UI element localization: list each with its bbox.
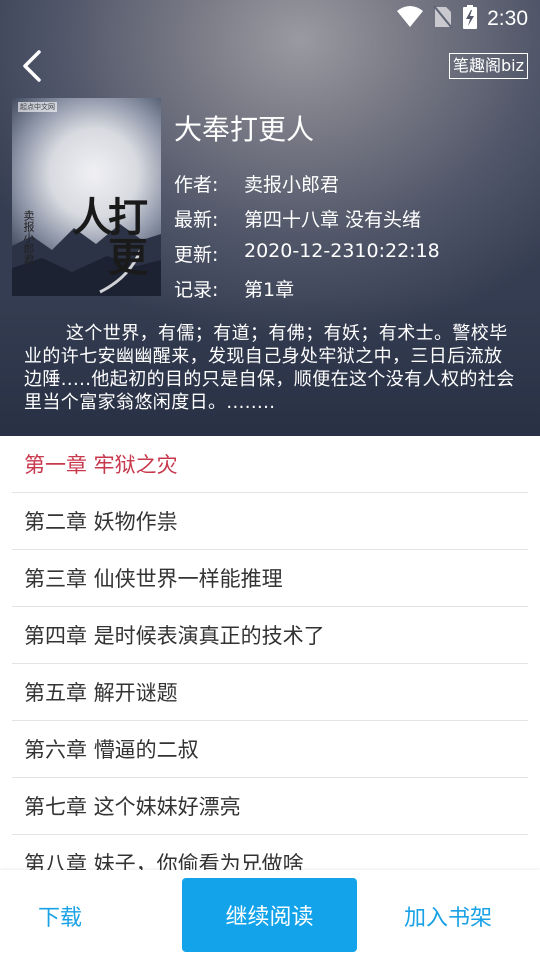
book-title: 大奉打更人 [174,113,315,146]
chapter-item[interactable]: 第五章 解开谜题 [12,664,528,721]
info-label: 最新: [174,209,219,231]
cover-author-art: 卖报小郎君 [22,210,35,265]
info-author: 作者: 卖报小郎君 [174,170,339,197]
chapter-list: 第一章 牢狱之灾 第二章 妖物作祟 第三章 仙侠世界一样能推理 第四章 是时候表… [0,436,540,870]
add-to-shelf-button[interactable]: 加入书架 [404,900,524,932]
info-value[interactable]: 第四十八章 没有头绪 [244,205,421,232]
chapter-item[interactable]: 第七章 这个妹妹好漂亮 [12,778,528,835]
info-label: 记录: [174,279,219,301]
back-button[interactable] [14,50,50,86]
info-record: 记录: 第1章 [174,275,294,302]
download-button[interactable]: 下载 [38,900,138,932]
cover-publisher-logo: 起点中文网 [18,102,57,112]
no-sim-icon [433,5,453,33]
bottom-action-bar: 下载 继续阅读 加入书架 [0,870,540,960]
book-cover: 起点中文网 打更人 卖报小郎君 [12,98,161,296]
source-badge[interactable]: 笔趣阁biz [448,53,528,79]
info-value: 2020-12-2310:22:18 [244,240,440,262]
info-value: 卖报小郎君 [244,174,340,196]
back-arrow-icon [21,49,43,87]
wifi-icon [397,6,424,32]
info-label: 更新: [174,244,219,266]
chapter-item[interactable]: 第一章 牢狱之灾 [12,436,528,493]
chapter-item[interactable]: 第二章 妖物作祟 [12,493,528,550]
status-time: 2:30 [487,7,528,30]
cover-title-art: 打更人 [65,196,148,276]
info-updated: 更新: 2020-12-2310:22:18 [174,240,440,267]
book-summary: 这个世界，有儒；有道；有佛；有妖；有术士。警校毕业的许七安幽幽醒来，发现自己身处… [24,323,515,413]
status-bar: 2:30 [0,0,540,36]
info-latest: 最新: 第四十八章 没有头绪 [174,205,421,232]
chapter-item[interactable]: 第三章 仙侠世界一样能推理 [12,550,528,607]
chapter-item[interactable]: 第六章 懵逼的二叔 [12,721,528,778]
battery-charging-icon [463,5,478,33]
chapter-item[interactable]: 第四章 是时候表演真正的技术了 [12,607,528,664]
info-label: 作者: [174,174,219,196]
info-value: 第1章 [244,279,295,301]
chapter-item[interactable]: 第八章 妹子，你偷看为兄做啥 [12,835,528,870]
continue-reading-button[interactable]: 继续阅读 [182,878,357,952]
